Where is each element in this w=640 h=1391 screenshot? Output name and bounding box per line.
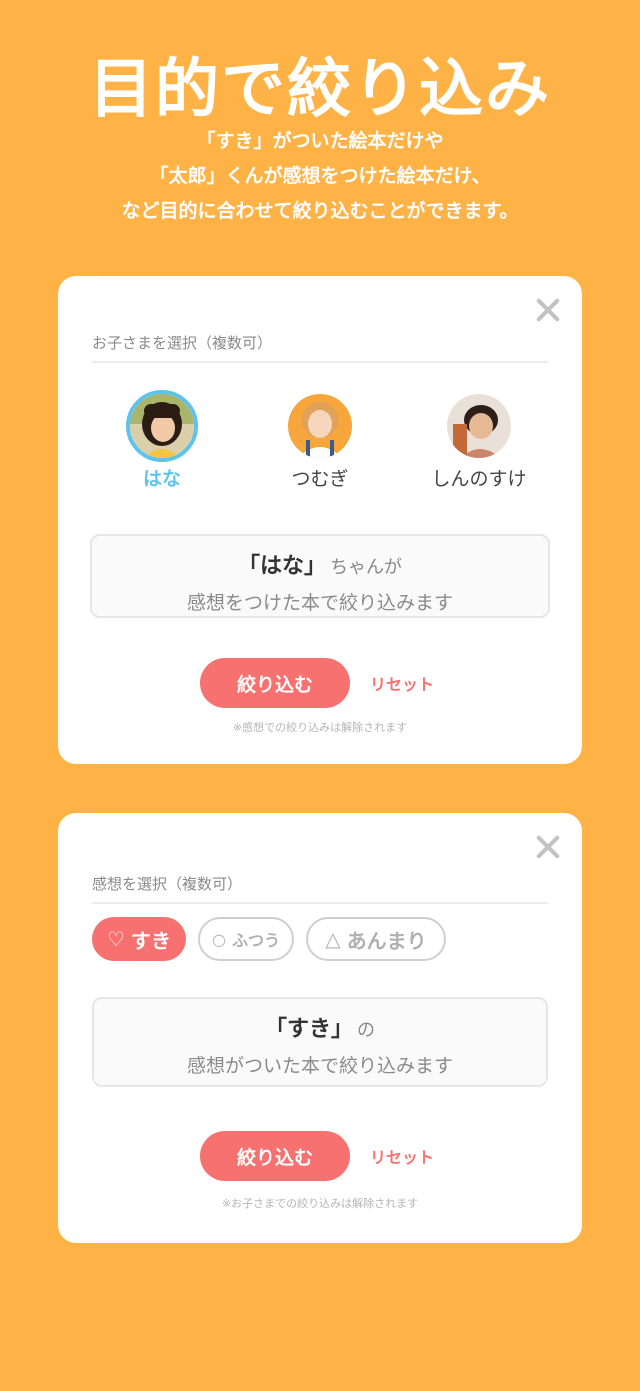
subtitle-line: 「太郎」くんが感想をつけた絵本だけ、 [149,165,491,187]
feeling-filter-card: 感想を選択（複数可） ♡ すき ○ ふつう △ あんまり 「すき」の 感想がつい… [58,813,582,1243]
chip-label: すき [130,928,171,953]
child-avatar [126,390,198,462]
page-subtitle: 「すき」がついた絵本だけや 「太郎」くんが感想をつけた絵本だけ、 など目的に合わ… [0,124,640,229]
subtitle-line: など目的に合わせて絞り込むことができます。 [121,200,519,222]
chip-label: あんまり [346,928,427,953]
filter-button[interactable]: 絞り込む [200,1131,350,1181]
chip-label: ふつう [231,931,280,950]
summary-suffix: ちゃんが [330,557,402,578]
summary-suffix: の [357,1020,375,1041]
child-name: つむぎ [291,468,349,490]
triangle-icon: △ [325,927,341,951]
child-select-label: お子さまを選択（複数可） [92,332,548,363]
subtitle-line: 「すき」がついた絵本だけや [196,130,444,152]
chip-anmari[interactable]: △ あんまり [306,917,446,961]
chip-suki[interactable]: ♡ すき [92,917,186,961]
reset-button[interactable]: リセット [370,671,440,695]
child-option-hana[interactable]: はな [92,390,232,491]
heart-icon: ♡ [107,927,125,951]
filter-note: ※感想での絞り込みは解除されます [232,721,408,734]
selected-feeling-quote: 「すき」 [264,1017,353,1042]
chip-futsuu[interactable]: ○ ふつう [198,917,294,961]
close-icon[interactable] [534,296,562,324]
filter-button[interactable]: 絞り込む [200,658,350,708]
page-title: 目的で絞り込み [89,53,551,127]
summary-description: 感想がついた本で絞り込みます [186,1055,453,1077]
filter-note: ※お子さまでの絞り込みは解除されます [221,1197,419,1210]
selected-child-quote: 「はな」 [237,554,326,579]
child-name: はな [142,468,181,490]
close-icon[interactable] [534,833,562,861]
filter-summary-box: 「すき」の 感想がついた本で絞り込みます [92,997,548,1087]
child-option-shinnosuke[interactable]: しんのすけ [409,390,549,491]
filter-summary-box: 「はな」 ちゃんが 感想をつけた本で絞り込みます [90,534,550,618]
summary-description: 感想をつけた本で絞り込みます [186,592,453,614]
reset-button[interactable]: リセット [370,1144,440,1168]
child-name: しんのすけ [431,468,527,490]
child-avatar [443,390,515,462]
child-filter-card: お子さまを選択（複数可） はな つむぎ しんのすけ 「はな」 ちゃんが 感想をつ… [58,276,582,764]
child-option-tsumugi[interactable]: つむぎ [250,390,390,491]
circle-icon: ○ [212,929,226,949]
child-avatar [284,390,356,462]
feeling-select-label: 感想を選択（複数可） [92,873,548,904]
